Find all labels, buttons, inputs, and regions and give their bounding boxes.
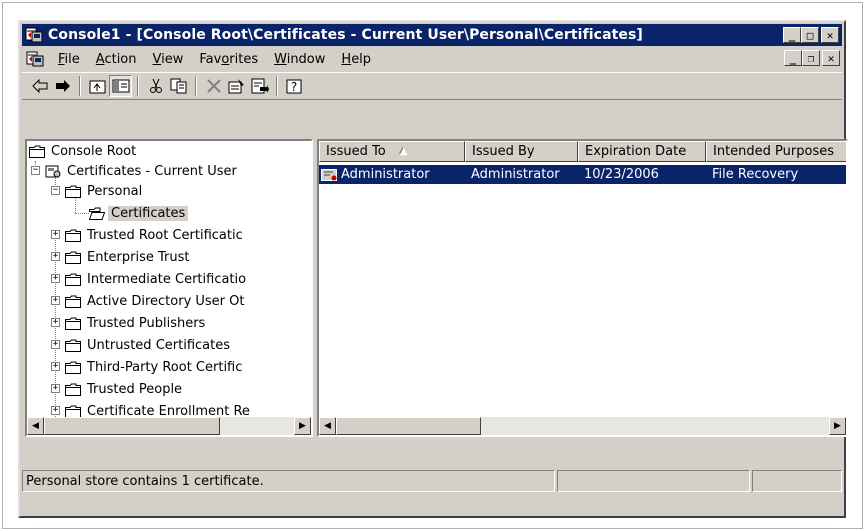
menu-bar: File Action View Favorites Window Help _… [22, 48, 842, 70]
table-row[interactable]: Administrator Administrator 10/23/2006 F… [319, 165, 846, 184]
tree-node-enterprise-trust[interactable]: Enterprise Trust [65, 247, 193, 267]
list-horizontal-scrollbar[interactable]: ◀ ▶ [319, 417, 846, 435]
help-icon[interactable]: ? [283, 75, 306, 97]
scroll-right-button[interactable]: ▶ [829, 417, 846, 435]
folder-icon [65, 405, 81, 418]
column-header-expiration-date[interactable]: Expiration Date [578, 141, 706, 162]
expand-icon[interactable]: + [51, 362, 60, 371]
certificate-store-icon [45, 165, 61, 177]
column-header-issued-by[interactable]: Issued By [465, 141, 578, 162]
toolbar-separator [195, 76, 197, 96]
tree-node-untrusted[interactable]: Untrusted Certificates [65, 335, 233, 355]
expand-icon[interactable]: + [51, 318, 60, 327]
sort-ascending-icon: ▲ [399, 146, 408, 157]
menu-view[interactable]: View [145, 52, 192, 67]
results-pane[interactable]: Issued To ▲ Issued By Expiration Date In… [317, 139, 848, 437]
expand-icon[interactable]: + [51, 274, 60, 283]
menu-help[interactable]: Help [333, 52, 379, 67]
mmc-console-icon [25, 27, 43, 43]
certificate-icon [321, 168, 337, 181]
expand-icon[interactable]: + [51, 296, 60, 305]
tree-node-active-directory[interactable]: Active Directory User Ot [65, 291, 248, 311]
export-list-icon[interactable] [248, 75, 271, 97]
tree-node-certificates-current-user[interactable]: Certificates - Current User [45, 161, 240, 181]
column-header-issued-to[interactable]: Issued To ▲ [319, 141, 465, 162]
scroll-left-button[interactable]: ◀ [27, 417, 44, 435]
minimize-button[interactable]: _ [783, 27, 801, 43]
toolbar-separator [137, 76, 139, 96]
folder-icon [65, 229, 81, 242]
console-tree-pane[interactable]: Console Root − Certificates - Current Us… [25, 139, 313, 437]
toolbar-separator [79, 76, 81, 96]
properties-icon[interactable] [225, 75, 248, 97]
cut-icon[interactable] [144, 75, 167, 97]
scroll-left-button[interactable]: ◀ [319, 417, 336, 435]
expand-icon[interactable]: + [51, 384, 60, 393]
maximize-button[interactable]: □ [801, 27, 819, 43]
title-bar[interactable]: Console1 - [Console Root\Certificates - … [22, 24, 842, 46]
folder-icon [65, 383, 81, 396]
tree-node-trusted-publishers[interactable]: Trusted Publishers [65, 313, 208, 333]
list-header: Issued To ▲ Issued By Expiration Date In… [319, 141, 846, 162]
folder-icon [65, 339, 81, 352]
mmc-window: Console1 - [Console Root\Certificates - … [18, 20, 848, 518]
svg-text:?: ? [290, 80, 296, 94]
window-title: Console1 - [Console Root\Certificates - … [48, 27, 643, 43]
collapse-icon[interactable]: − [31, 166, 40, 175]
mdi-minimize-button[interactable]: _ [784, 50, 802, 66]
tree-node-personal[interactable]: Personal [65, 181, 145, 201]
tree-node-intermediate[interactable]: Intermediate Certificatio [65, 269, 249, 289]
console-tree: Console Root − Certificates - Current Us… [27, 141, 311, 421]
collapse-icon[interactable]: − [51, 186, 60, 195]
expand-icon[interactable]: + [51, 230, 60, 239]
tree-node-trusted-people[interactable]: Trusted People [65, 379, 185, 399]
expand-icon[interactable]: + [51, 406, 60, 415]
back-icon[interactable] [28, 75, 51, 97]
folder-icon [65, 185, 81, 198]
delete-icon[interactable] [202, 75, 225, 97]
up-level-icon[interactable] [86, 75, 109, 97]
scroll-thumb[interactable] [44, 417, 220, 435]
menu-file[interactable]: File [50, 52, 88, 67]
cell-intended-purposes: File Recovery [712, 167, 799, 182]
cell-expiration-date: 10/23/2006 [584, 167, 659, 182]
mdi-restore-button[interactable]: ❐ [802, 50, 820, 66]
column-header-intended-purposes[interactable]: Intended Purposes [706, 141, 846, 162]
menu-favorites[interactable]: Favorites [191, 52, 266, 67]
menu-action[interactable]: Action [88, 52, 145, 67]
mdi-close-button[interactable]: ✕ [822, 50, 840, 66]
scroll-thumb[interactable] [336, 417, 481, 435]
status-text: Personal store contains 1 certificate. [22, 470, 555, 492]
cell-issued-by: Administrator [471, 167, 560, 182]
copy-icon[interactable] [167, 75, 190, 97]
folder-icon [65, 361, 81, 374]
child-window-icon[interactable] [26, 50, 44, 68]
expand-icon[interactable]: + [51, 252, 60, 261]
forward-icon[interactable] [51, 75, 74, 97]
scroll-right-button[interactable]: ▶ [294, 417, 311, 435]
tree-node-third-party-root[interactable]: Third-Party Root Certific [65, 357, 245, 377]
toolbar: ? [22, 72, 842, 100]
folder-icon [65, 295, 81, 308]
tree-node-trusted-root[interactable]: Trusted Root Certificatic [65, 225, 246, 245]
status-panel [557, 470, 750, 492]
show-hide-tree-icon[interactable] [109, 75, 132, 97]
folder-icon [65, 273, 81, 286]
status-bar: Personal store contains 1 certificate. [22, 470, 842, 492]
close-button[interactable]: ✕ [821, 27, 839, 43]
menu-window[interactable]: Window [266, 52, 333, 67]
folder-icon [65, 317, 81, 330]
folder-icon [65, 251, 81, 264]
status-panel [752, 470, 842, 492]
tree-node-console-root[interactable]: Console Root [29, 141, 139, 161]
folder-icon [29, 145, 45, 158]
toolbar-separator [276, 76, 278, 96]
expand-icon[interactable]: + [51, 340, 60, 349]
tree-horizontal-scrollbar[interactable]: ◀ ▶ [27, 417, 311, 435]
cell-issued-to: Administrator [341, 167, 430, 182]
tree-node-certificates[interactable]: Certificates [89, 203, 189, 223]
open-folder-icon [89, 207, 105, 220]
